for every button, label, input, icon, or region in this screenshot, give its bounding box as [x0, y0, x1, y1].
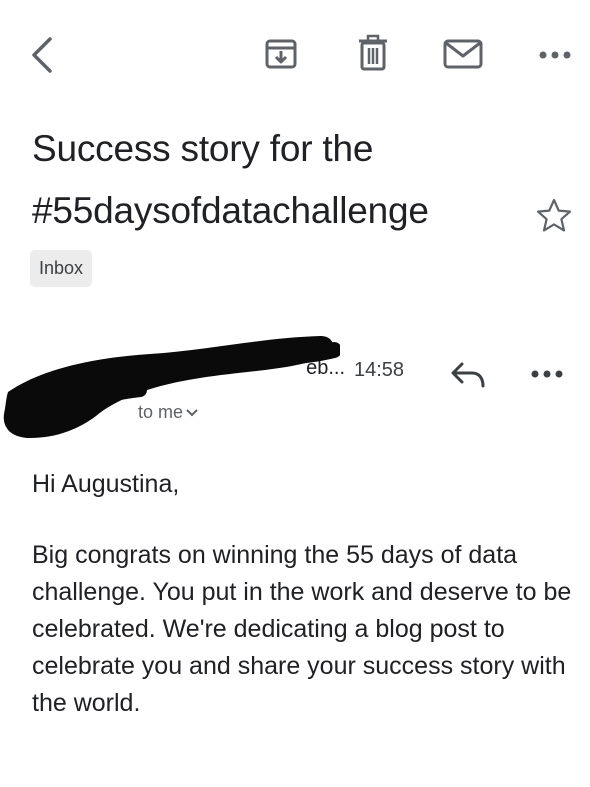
- message-time: 14:58: [354, 359, 405, 381]
- inbox-label-chip[interactable]: Inbox: [30, 250, 93, 287]
- archive-icon[interactable]: [258, 34, 304, 74]
- message-more-icon[interactable]: [530, 366, 580, 396]
- recipient-details[interactable]: to me: [138, 402, 199, 423]
- star-icon[interactable]: [534, 196, 578, 240]
- message-header: eb... 14:58 to me: [0, 330, 590, 440]
- email-greeting: Hi Augustina,: [32, 470, 180, 498]
- reply-icon[interactable]: [448, 358, 494, 400]
- chevron-down-icon: [186, 408, 198, 416]
- email-subject: Success story for the #55daysofdatachall…: [32, 128, 429, 231]
- recipient-label: to me: [138, 402, 184, 422]
- mail-icon[interactable]: [438, 34, 488, 74]
- email-body: Big congrats on winning the 55 days of d…: [32, 541, 572, 717]
- redaction-scribble: [3, 336, 340, 438]
- toolbar: [0, 0, 590, 100]
- back-arrow-icon[interactable]: [22, 30, 62, 80]
- more-horizontal-icon[interactable]: [530, 40, 580, 70]
- trash-icon[interactable]: [350, 32, 396, 74]
